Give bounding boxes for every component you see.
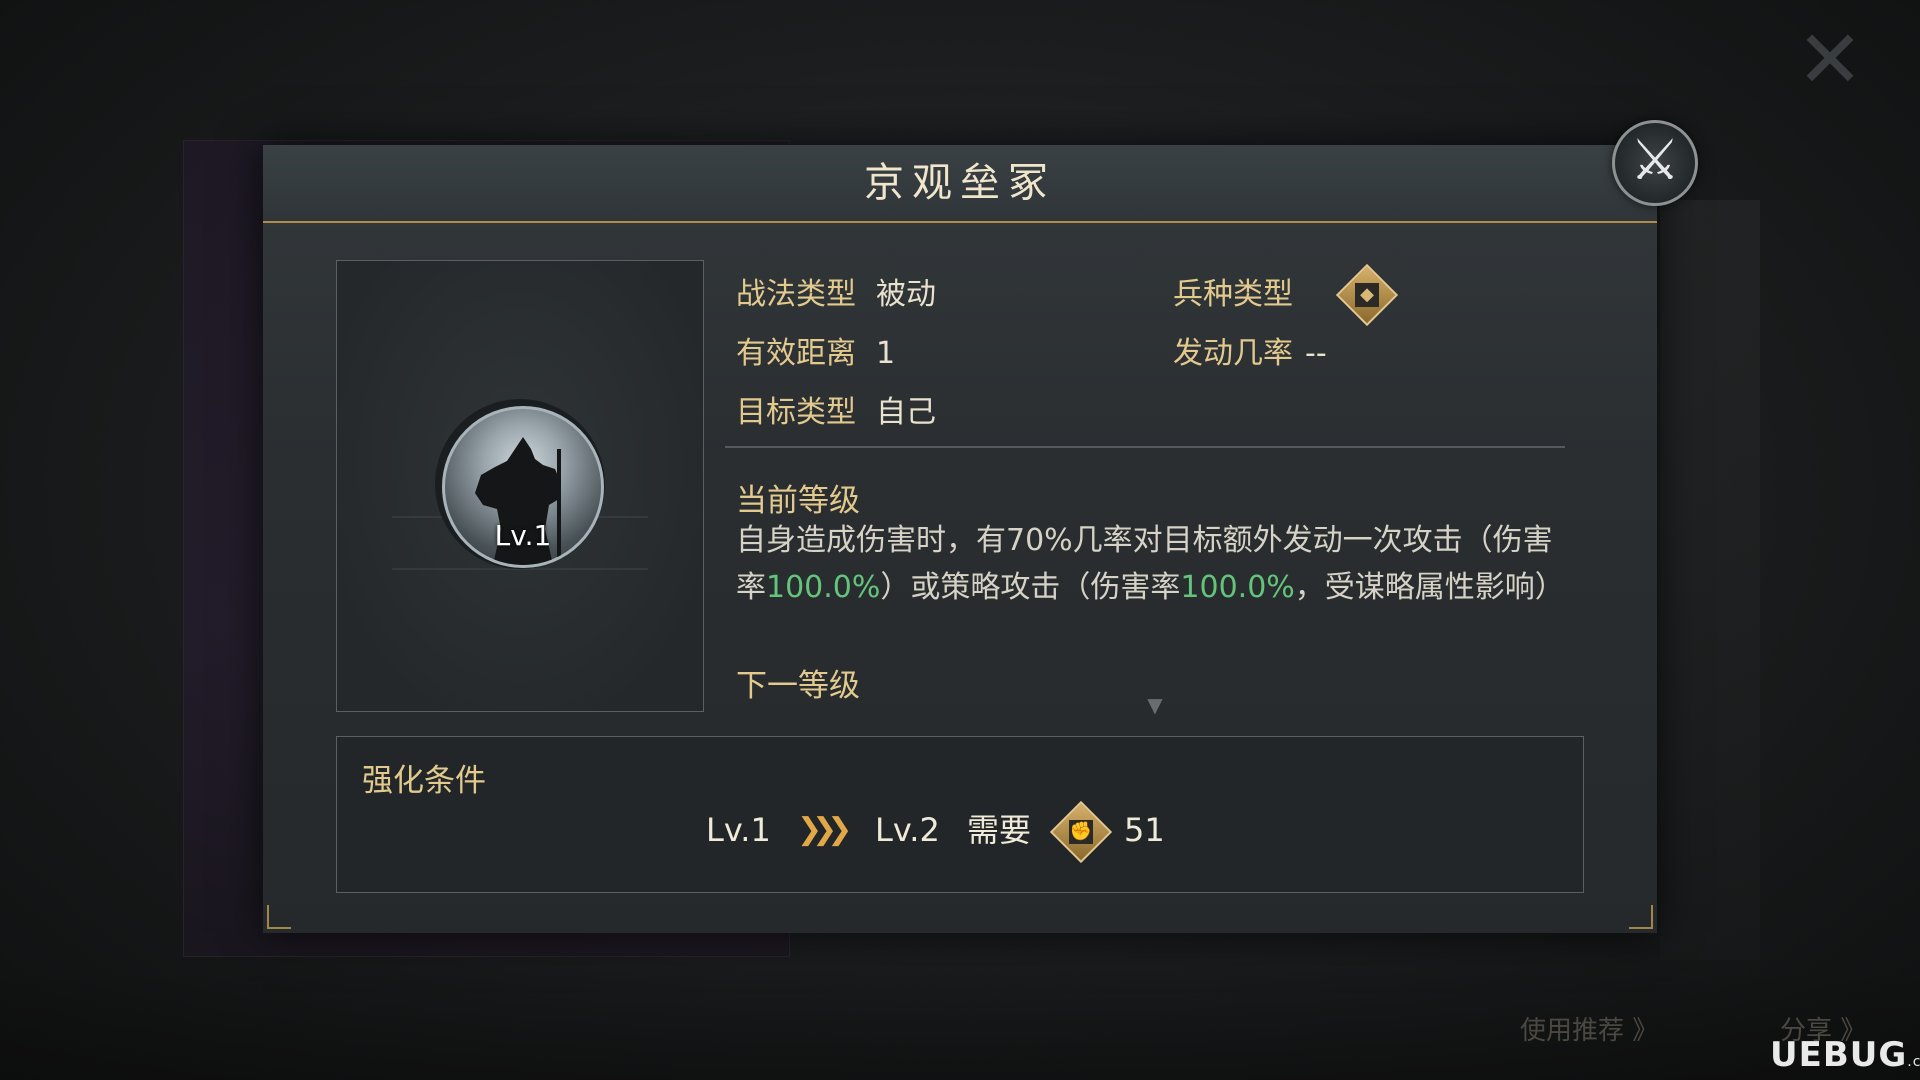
range-row: 有效距离 1: [736, 328, 895, 372]
skill-level-badge: Lv.1: [494, 519, 552, 552]
watermark: UEBUG.com: [1770, 1035, 1920, 1075]
upgrade-requirement-row: Lv.1 ❯❯❯ Lv.2 需要 ✊ 51: [337, 800, 1583, 864]
to-level: Lv.2: [875, 811, 940, 849]
from-level: Lv.1: [706, 811, 771, 849]
target-type-row: 目标类型 自己: [736, 387, 936, 431]
close-button[interactable]: ⚔: [1612, 120, 1698, 206]
skill-dialog: 京观垒冢 Lv.1 战法类型 被动 兵种类型 ◆ 有效距离 1 发动几率 -- 目标类…: [263, 145, 1657, 933]
crossed-swords-icon: ⚔: [1629, 128, 1681, 193]
next-level-heading: 下一等级: [736, 668, 860, 704]
damage-rate-physical: 100.0%: [766, 570, 881, 605]
scroll-down-chevron-icon[interactable]: ▼: [1135, 693, 1175, 717]
troop-shield-icon: ◆: [1335, 263, 1399, 327]
requirement-label: 需要: [967, 811, 1032, 849]
corner-ornament: [1629, 905, 1653, 929]
watermark-suffix: .com: [1907, 1054, 1920, 1070]
trigger-rate-row: 发动几率 --: [1173, 328, 1327, 372]
troop-type-row: 兵种类型: [1173, 269, 1313, 313]
level-up-arrows-icon: ❯❯❯: [797, 812, 853, 847]
range-label: 有效距离: [736, 336, 856, 371]
trigger-rate-label: 发动几率: [1173, 336, 1293, 371]
desc-text-2: ）或策略攻击（伤害率: [880, 570, 1181, 605]
background-close-icon: ✕: [1796, 13, 1864, 106]
fist-token-icon: ✊: [1049, 800, 1113, 864]
damage-rate-strategy: 100.0%: [1180, 570, 1295, 605]
skill-type-row: 战法类型 被动: [736, 269, 936, 313]
skill-type-label: 战法类型: [736, 277, 856, 312]
bg-recommend-link: 使用推荐 》: [1520, 1016, 1659, 1046]
range-value: 1: [876, 336, 896, 371]
info-divider: [725, 446, 1565, 448]
skill-type-value: 被动: [876, 277, 936, 312]
dialog-title: 京观垒冢: [864, 160, 1056, 206]
current-level-description: 自身造成伤害时，有70%几率对目标额外发动一次攻击（伤害率100.0%）或策略攻…: [736, 517, 1576, 611]
target-type-label: 目标类型: [736, 395, 856, 430]
dialog-header: 京观垒冢: [263, 145, 1657, 223]
upgrade-condition-title: 强化条件: [362, 763, 486, 799]
troop-type-label: 兵种类型: [1173, 277, 1293, 312]
target-type-value: 自己: [876, 395, 936, 430]
cost-value: 51: [1124, 811, 1165, 849]
current-level-heading: 当前等级: [736, 483, 860, 519]
watermark-text: UEBUG: [1770, 1035, 1908, 1075]
upgrade-condition-box: 强化条件 Lv.1 ❯❯❯ Lv.2 需要 ✊ 51: [336, 736, 1584, 893]
desc-text-3: ，受谋略属性影响）: [1294, 570, 1565, 605]
trigger-rate-value: --: [1305, 336, 1327, 371]
background-strip: [1660, 200, 1760, 960]
corner-ornament: [267, 905, 291, 929]
skill-portrait-box: Lv.1: [336, 260, 704, 712]
